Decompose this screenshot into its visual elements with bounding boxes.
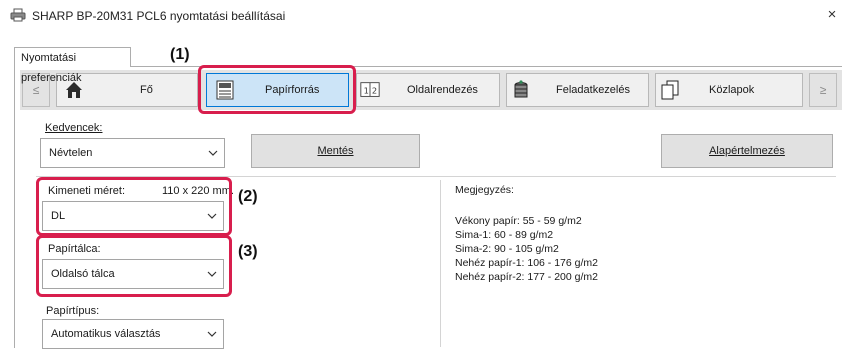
notes-line: Sima-2: 90 - 105 g/m2 bbox=[455, 243, 559, 255]
insert-pages-icon bbox=[661, 80, 679, 100]
svg-text:2: 2 bbox=[372, 86, 377, 96]
favorites-value: Névtelen bbox=[49, 147, 93, 159]
defaults-button-label: Alapértelmezés bbox=[709, 145, 785, 157]
defaults-button[interactable]: Alapértelmezés bbox=[661, 134, 833, 168]
layout-icon: 1 2 bbox=[360, 82, 380, 97]
tab-main-label: Fő bbox=[140, 84, 153, 96]
tab-layout[interactable]: 1 2 Oldalrendezés bbox=[356, 73, 500, 107]
chevron-down-icon bbox=[207, 331, 217, 337]
tab-insert-pages-label: Közlapok bbox=[709, 84, 755, 96]
paper-type-value: Automatikus választás bbox=[51, 328, 161, 340]
tab-printing-preferences[interactable]: Nyomtatási preferenciák bbox=[14, 47, 131, 84]
callout-frame-2 bbox=[36, 177, 232, 236]
paper-type-select[interactable]: Automatikus választás bbox=[42, 319, 224, 349]
tab-job-handling[interactable]: Feladatkezelés bbox=[506, 73, 649, 107]
notes-line: Vékony papír: 55 - 59 g/m2 bbox=[455, 215, 582, 227]
scroll-right-button[interactable]: ≥ bbox=[809, 73, 837, 107]
callout-frame-1 bbox=[198, 65, 356, 114]
notes-line: Nehéz papír-2: 177 - 200 g/m2 bbox=[455, 271, 599, 283]
window-title: SHARP BP-20M31 PCL6 nyomtatási beállítás… bbox=[32, 9, 286, 23]
callout-number-2: (2) bbox=[238, 188, 258, 205]
svg-text:1: 1 bbox=[364, 86, 369, 96]
tab-insert-pages[interactable]: Közlapok bbox=[655, 73, 803, 107]
callout-number-3: (3) bbox=[238, 243, 258, 260]
notes-line: Nehéz papír-1: 106 - 176 g/m2 bbox=[455, 257, 599, 269]
tab-job-handling-label: Feladatkezelés bbox=[556, 84, 630, 96]
notes-line: Sima-1: 60 - 89 g/m2 bbox=[455, 229, 554, 241]
favorites-label: Kedvencek: bbox=[45, 122, 103, 134]
tab-layout-label: Oldalrendezés bbox=[407, 84, 478, 96]
save-button[interactable]: Mentés bbox=[251, 134, 420, 168]
callout-frame-3 bbox=[36, 235, 232, 297]
notes-label: Megjegyzés: bbox=[455, 184, 514, 196]
save-button-label: Mentés bbox=[317, 145, 354, 157]
job-handling-icon bbox=[514, 80, 528, 98]
divider-vertical bbox=[440, 180, 441, 347]
printer-icon bbox=[10, 8, 26, 22]
paper-type-label: Papírtípus: bbox=[46, 305, 100, 317]
close-button[interactable]: × bbox=[822, 4, 842, 26]
chevron-down-icon bbox=[208, 150, 218, 156]
favorites-select[interactable]: Névtelen bbox=[40, 138, 225, 168]
callout-number-1: (1) bbox=[170, 46, 190, 63]
title-bar: SHARP BP-20M31 PCL6 nyomtatási beállítás… bbox=[0, 0, 842, 30]
